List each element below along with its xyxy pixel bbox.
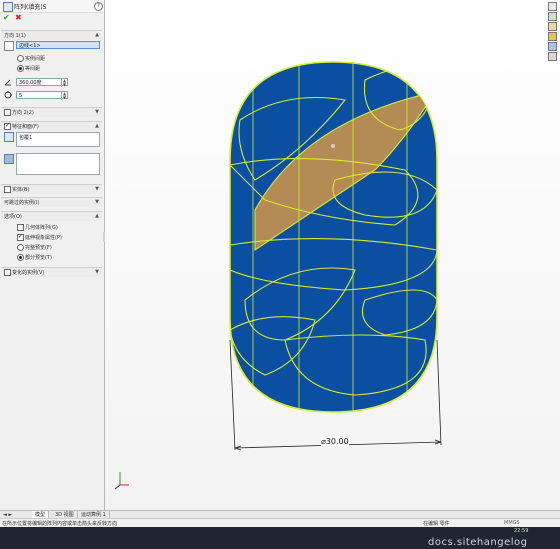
instance-count-field[interactable]: 5 ▲ ▼ [16, 91, 68, 100]
direction-edge-field[interactable]: 边线<1> [16, 41, 100, 49]
faces-list[interactable] [16, 153, 100, 175]
graphics-viewport[interactable]: ⌀30.00 [105, 0, 560, 510]
display-style-icon[interactable] [548, 12, 557, 21]
angle-spinner[interactable]: ▲ ▼ [61, 79, 67, 87]
vary-instances-checkbox[interactable] [4, 269, 11, 276]
os-taskbar: 22:59 docs.sitehangelog [0, 527, 560, 549]
instance-count-value: 5 [19, 93, 23, 99]
appearance-icon[interactable] [548, 32, 557, 41]
coordinate-triad [114, 472, 129, 490]
instances-to-skip-section-header[interactable]: 可跳过的实例(I) ▼ [1, 197, 102, 207]
options-label: 选项(O) [4, 214, 22, 220]
taskbar-clock: 22:59 [514, 528, 529, 534]
angle-value: 360.00度 [19, 80, 42, 86]
partial-preview-radio[interactable] [17, 254, 24, 261]
chevron-down-icon[interactable]: ▼ [95, 109, 99, 115]
direction2-label: 方向 2(2) [12, 110, 34, 116]
panel-title-bar: 阵列(填充)5 ? [0, 0, 104, 13]
vary-instances-label: 变化的实例(V) [12, 270, 45, 276]
section-view-icon[interactable] [548, 22, 557, 31]
cancel-button[interactable]: ✖ [15, 13, 22, 22]
propagate-visual-checkbox[interactable] [17, 233, 24, 241]
chevron-up-icon[interactable]: ▲ [95, 123, 99, 129]
equal-spacing-radio[interactable] [17, 65, 24, 72]
selection-point [331, 144, 335, 148]
chevron-down-icon[interactable]: ▼ [95, 186, 99, 192]
equal-spacing-option-label: 等间距 [25, 66, 41, 72]
angle-field[interactable]: 360.00度 ▲ ▼ [16, 78, 68, 87]
scene-icon[interactable] [548, 42, 557, 51]
direction1-label: 方向 1(1) [4, 33, 26, 39]
direction2-section-header[interactable]: 方向 2(2) ▼ [1, 107, 102, 117]
pattern-feature-icon [3, 2, 13, 12]
chevron-down-icon[interactable]: ▼ [95, 199, 99, 205]
bodies-section-header[interactable]: 实体(B) ▼ [1, 184, 102, 194]
full-preview-label: 完整预览(F) [25, 245, 52, 251]
dimension-label[interactable]: ⌀30.00 [321, 437, 349, 446]
chevron-up-icon[interactable]: ▲ [95, 213, 99, 219]
chevron-up-icon[interactable]: ▲ [95, 32, 99, 38]
feature-list-item[interactable]: 包覆1 [19, 134, 32, 141]
options-section-header[interactable]: 选项(O) ▲ [1, 211, 102, 221]
spacing-radio[interactable] [17, 55, 24, 62]
status-message: 在所示位置将编辑的阵列内容或单击箭头来反转方向 [2, 521, 118, 527]
model-view[interactable] [105, 0, 560, 510]
ok-button[interactable]: ✔ [3, 13, 10, 22]
direction1-section-header[interactable]: 方向 1(1) ▲ [1, 30, 102, 40]
faces-to-pattern-icon [4, 154, 14, 164]
view-settings-icon[interactable] [548, 52, 557, 61]
vary-instances-section-header[interactable]: 变化的实例(V) ▼ [1, 267, 102, 277]
features-checkbox[interactable] [4, 122, 11, 130]
propagate-visual-label: 延伸视象属性(P) [25, 235, 62, 241]
instances-to-skip-label: 可跳过的实例(I) [4, 200, 40, 206]
count-spinner[interactable]: ▲ ▼ [61, 92, 67, 100]
reverse-direction-icon[interactable] [4, 41, 14, 51]
property-manager-panel: 阵列(填充)5 ? ✔ ✖ 方向 1(1) ▲ 边线<1> 实例间距 等间距 3… [0, 0, 106, 510]
status-edit-mode: 在编辑 零件 [423, 521, 450, 527]
bodies-checkbox[interactable] [4, 186, 11, 193]
help-icon[interactable]: ? [94, 2, 103, 11]
bodies-label: 实体(B) [12, 187, 30, 193]
features-label: 特征和面(F) [12, 124, 39, 130]
direction2-checkbox[interactable] [4, 109, 11, 116]
heads-up-toolbar [548, 2, 558, 62]
watermark-text: docs.sitehangelog [428, 537, 528, 548]
full-preview-radio[interactable] [17, 244, 24, 251]
instances-icon [4, 91, 12, 99]
view-orientation-icon[interactable] [548, 2, 557, 11]
geometry-pattern-label: 几何体阵列(G) [25, 225, 58, 231]
spacing-option-label: 实例间距 [25, 56, 46, 62]
features-list[interactable]: 包覆1 [16, 132, 100, 147]
angle-icon [4, 78, 12, 86]
features-section-header[interactable]: 特征和面(F) ▲ [1, 121, 102, 131]
status-units[interactable]: MMGS [504, 520, 520, 526]
features-to-pattern-icon [4, 132, 14, 142]
partial-preview-label: 部分预览(T) [25, 255, 52, 261]
chevron-down-icon[interactable]: ▼ [95, 269, 99, 275]
geometry-pattern-checkbox[interactable] [17, 224, 24, 231]
panel-title: 阵列(填充)5 [14, 4, 47, 11]
